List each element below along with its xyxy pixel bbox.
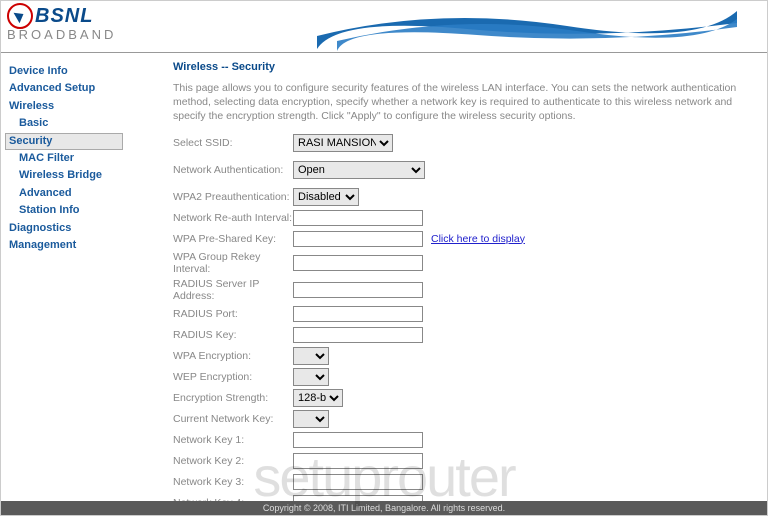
psk-input[interactable] — [293, 231, 423, 247]
nav-wireless[interactable]: Wireless — [5, 98, 123, 115]
nav-security[interactable]: Security — [5, 133, 123, 150]
logo-icon — [7, 3, 33, 29]
ssid-select[interactable]: RASI MANSION — [293, 134, 393, 152]
cur-key-select[interactable] — [293, 410, 329, 428]
logo: BSNL BROADBAND — [7, 3, 116, 42]
radius-key-input[interactable] — [293, 327, 423, 343]
key3-label: Network Key 3: — [173, 476, 293, 488]
radius-ip-input[interactable] — [293, 282, 423, 298]
nav-advanced-setup[interactable]: Advanced Setup — [5, 80, 123, 97]
cur-key-label: Current Network Key: — [173, 413, 293, 425]
psk-display-link[interactable]: Click here to display — [431, 233, 525, 245]
wep-enc-label: WEP Encryption: — [173, 371, 293, 383]
page-description: This page allows you to configure securi… — [173, 81, 757, 124]
enc-strength-select[interactable]: 128-bit — [293, 389, 343, 407]
reauth-label: Network Re-auth Interval: — [173, 212, 293, 224]
radius-port-input[interactable] — [293, 306, 423, 322]
nav-wireless-bridge[interactable]: Wireless Bridge — [5, 167, 123, 184]
header: BSNL BROADBAND — [1, 1, 767, 53]
main: Device Info Advanced Setup Wireless Basi… — [1, 53, 767, 501]
rekey-label: WPA Group Rekey Interval: — [173, 251, 293, 275]
wep-enc-select[interactable] — [293, 368, 329, 386]
brand-name: BSNL — [35, 5, 93, 28]
ssid-label: Select SSID: — [173, 137, 293, 149]
footer: Copyright © 2008, ITI Limited, Bangalore… — [1, 501, 767, 515]
sidebar: Device Info Advanced Setup Wireless Basi… — [1, 53, 127, 501]
reauth-input[interactable] — [293, 210, 423, 226]
auth-select[interactable]: Open — [293, 161, 425, 179]
nav-basic[interactable]: Basic — [5, 115, 123, 132]
preauth-select[interactable]: Disabled — [293, 188, 359, 206]
nav-station-info[interactable]: Station Info — [5, 202, 123, 219]
preauth-label: WPA2 Preauthentication: — [173, 191, 293, 203]
nav-advanced[interactable]: Advanced — [5, 185, 123, 202]
key1-label: Network Key 1: — [173, 434, 293, 446]
wpa-enc-select[interactable] — [293, 347, 329, 365]
key2-label: Network Key 2: — [173, 455, 293, 467]
radius-port-label: RADIUS Port: — [173, 308, 293, 320]
rekey-input[interactable] — [293, 255, 423, 271]
key2-input[interactable] — [293, 453, 423, 469]
nav-management[interactable]: Management — [5, 237, 123, 254]
enc-strength-label: Encryption Strength: — [173, 392, 293, 404]
auth-label: Network Authentication: — [173, 164, 293, 176]
wpa-enc-label: WPA Encryption: — [173, 350, 293, 362]
nav-device-info[interactable]: Device Info — [5, 63, 123, 80]
content: Wireless -- Security This page allows yo… — [127, 53, 767, 501]
key3-input[interactable] — [293, 474, 423, 490]
brand-sub: BROADBAND — [7, 27, 116, 42]
key1-input[interactable] — [293, 432, 423, 448]
radius-key-label: RADIUS Key: — [173, 329, 293, 341]
header-swoosh — [317, 1, 737, 53]
nav-mac-filter[interactable]: MAC Filter — [5, 150, 123, 167]
nav-diagnostics[interactable]: Diagnostics — [5, 220, 123, 237]
page-title: Wireless -- Security — [173, 61, 757, 73]
radius-ip-label: RADIUS Server IP Address: — [173, 278, 293, 302]
psk-label: WPA Pre-Shared Key: — [173, 233, 293, 245]
